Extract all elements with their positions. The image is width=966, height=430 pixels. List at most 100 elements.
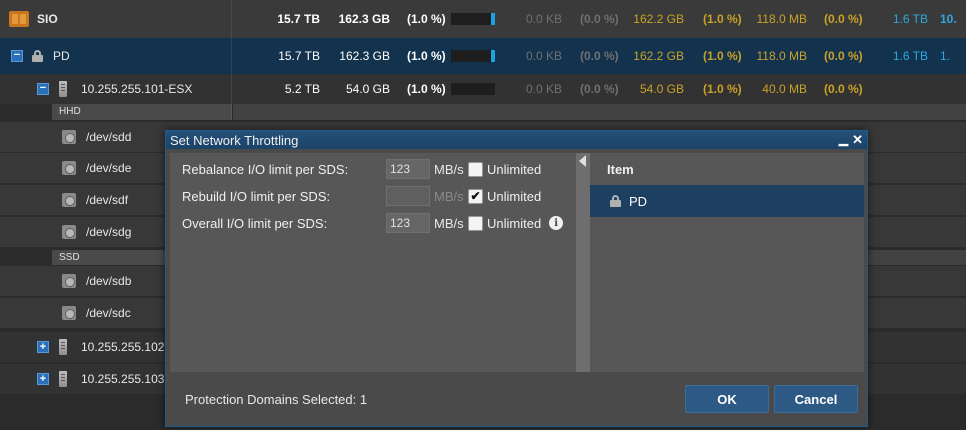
rebalance-limit-row: Rebalance I/O limit per SDS: 123 MB/s Un… — [182, 159, 572, 179]
percent-2: (1.0 %) — [703, 12, 742, 26]
disk-icon — [62, 130, 76, 144]
tree-row-pd[interactable]: − PD 15.7 TB 162.3 GB (1.0 %) 0.0 KB (0.… — [0, 38, 966, 74]
used-percent: (1.0 %) — [407, 12, 446, 26]
lock-icon — [32, 50, 43, 62]
percent-1: (0.0 %) — [580, 49, 619, 63]
value-5: 10. — [940, 12, 957, 26]
settings-pane: Rebalance I/O limit per SDS: 123 MB/s Un… — [170, 153, 576, 372]
network-throttling-dialog: Set Network Throttling ▁ ✕ Rebalance I/O… — [165, 130, 868, 427]
disk-icon — [62, 225, 76, 239]
used-percent: (1.0 %) — [407, 49, 446, 63]
percent-1: (0.0 %) — [580, 12, 619, 26]
checkbox-label: Unlimited — [487, 215, 542, 231]
percent-3: (0.0 %) — [824, 49, 863, 63]
expand-icon[interactable]: + — [37, 373, 49, 385]
used: 162.3 GB — [338, 12, 390, 26]
rebuild-limit-input[interactable] — [386, 186, 430, 206]
rebalance-unlimited-checkbox[interactable] — [468, 161, 483, 177]
group-label: HHD — [52, 104, 232, 120]
system-icon — [9, 11, 29, 27]
expand-icon[interactable]: + — [37, 341, 49, 353]
device-name: /dev/sdf — [86, 193, 129, 207]
percent-3: (0.0 %) — [824, 12, 863, 26]
item-label: PD — [629, 193, 648, 209]
unit-label: MB/s — [434, 215, 464, 231]
selection-status: Protection Domains Selected: 1 — [185, 392, 368, 407]
overall-limit-row: Overall I/O limit per SDS: 123 MB/s Unli… — [182, 213, 572, 233]
disk-icon — [62, 193, 76, 207]
value-3: 118.0 MB — [756, 12, 807, 26]
value-4: 1.6 TB — [892, 49, 928, 63]
value-5: 1. — [940, 49, 951, 63]
collapse-icon[interactable]: − — [37, 83, 49, 95]
lock-icon — [610, 195, 621, 207]
device-name: /dev/sde — [86, 161, 132, 175]
value-2: 162.2 GB — [633, 12, 684, 26]
unit-label: MB/s — [434, 188, 464, 204]
checkbox-label: Unlimited — [487, 188, 542, 204]
value-3: 40.0 MB — [762, 82, 807, 96]
tree-row-esx-101[interactable]: − 10.255.255.101-ESX 5.2 TB 54.0 GB (1.0… — [0, 74, 966, 104]
device-name: /dev/sdb — [86, 274, 132, 288]
percent-1: (0.0 %) — [580, 82, 619, 96]
used-percent: (1.0 %) — [407, 82, 446, 96]
value-1: 0.0 KB — [525, 82, 562, 96]
info-icon[interactable]: i — [549, 216, 564, 230]
capacity: 15.7 TB — [278, 49, 320, 63]
row-name: 10.255.255.101-ESX — [81, 82, 193, 96]
used: 162.3 GB — [339, 49, 390, 63]
server-icon — [59, 81, 67, 97]
ok-button[interactable]: OK — [685, 385, 769, 413]
rebuild-limit-row: Rebuild I/O limit per SDS: MB/s ✔ Unlimi… — [182, 186, 572, 206]
checkbox-label: Unlimited — [487, 161, 542, 177]
dialog-footer: Protection Domains Selected: 1 OK Cancel — [166, 372, 867, 426]
capacity: 15.7 TB — [277, 12, 320, 26]
overall-limit-input[interactable]: 123 — [386, 213, 430, 233]
unit-label: MB/s — [434, 161, 464, 177]
server-icon — [59, 371, 67, 387]
server-icon — [59, 339, 67, 355]
value-2: 54.0 GB — [639, 82, 684, 96]
item-column-header: Item — [607, 161, 634, 177]
value-1: 0.0 KB — [525, 12, 562, 26]
rebuild-unlimited-checkbox[interactable]: ✔ — [468, 188, 483, 204]
device-name: /dev/sdg — [86, 225, 132, 239]
disk-icon — [62, 274, 76, 288]
value-2: 162.2 GB — [633, 49, 684, 63]
row-name: SIO — [37, 12, 58, 26]
tree-row-sio[interactable]: SIO 15.7 TB 162.3 GB (1.0 %) 0.0 KB (0.0… — [0, 0, 966, 38]
used: 54.0 GB — [345, 82, 390, 96]
row-name: PD — [53, 49, 70, 63]
rebalance-limit-input[interactable]: 123 — [386, 159, 430, 179]
disk-icon — [62, 161, 76, 175]
percent-3: (0.0 %) — [824, 82, 863, 96]
collapse-left-arrow-icon[interactable] — [579, 155, 586, 167]
minimize-icon[interactable]: ▁ — [839, 132, 848, 148]
value-1: 0.0 KB — [525, 49, 562, 63]
overall-unlimited-checkbox[interactable] — [468, 215, 483, 231]
field-label: Rebuild I/O limit per SDS: — [182, 188, 331, 204]
usage-bar — [451, 74, 495, 104]
value-3: 118.0 MB — [756, 49, 807, 63]
percent-2: (1.0 %) — [703, 49, 742, 63]
group-header-hdd: HHD — [0, 104, 966, 120]
dialog-title: Set Network Throttling — [170, 132, 299, 148]
collapse-icon[interactable]: − — [11, 50, 23, 62]
dialog-title-bar[interactable]: Set Network Throttling ▁ ✕ — [166, 131, 867, 149]
device-name: /dev/sdc — [86, 306, 131, 320]
capacity: 5.2 TB — [284, 82, 320, 96]
usage-bar — [451, 38, 495, 74]
field-label: Overall I/O limit per SDS: — [182, 215, 328, 231]
device-name: /dev/sdd — [86, 130, 132, 144]
item-list-pane: Item PD — [590, 153, 864, 372]
value-4: 1.6 TB — [892, 12, 928, 26]
pane-splitter[interactable] — [576, 153, 590, 372]
row-name: 10.255.255.102 — [81, 340, 165, 354]
close-icon[interactable]: ✕ — [852, 132, 863, 148]
item-row-pd[interactable]: PD — [590, 185, 864, 217]
cancel-button[interactable]: Cancel — [774, 385, 858, 413]
field-label: Rebalance I/O limit per SDS: — [182, 161, 349, 177]
percent-2: (1.0 %) — [703, 82, 742, 96]
usage-bar — [451, 0, 495, 38]
row-name: 10.255.255.103 — [81, 372, 165, 386]
